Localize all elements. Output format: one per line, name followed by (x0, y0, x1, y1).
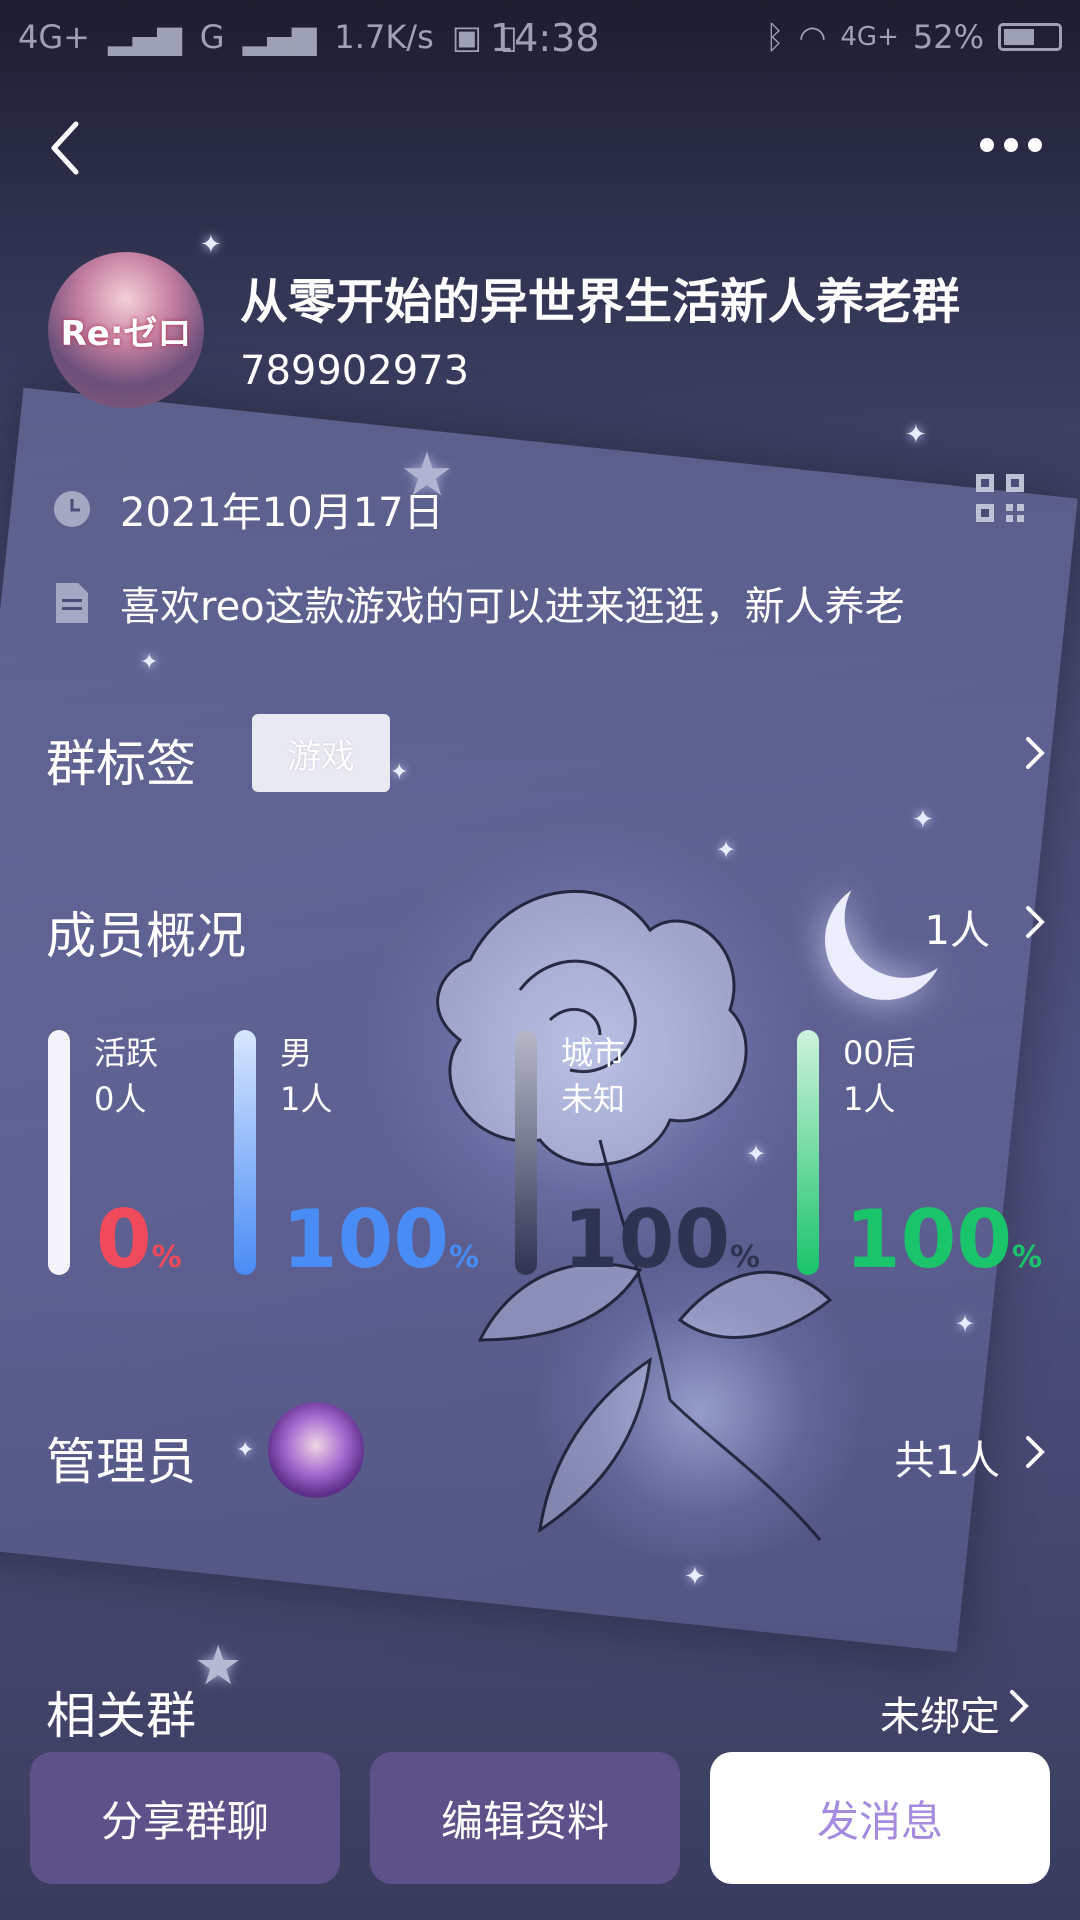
stat-label-block: 男 1人 (280, 1030, 332, 1122)
dot-icon (1004, 138, 1018, 152)
stat-percent: 100% (282, 1200, 479, 1298)
stat-bar (515, 1030, 537, 1275)
document-icon (52, 583, 92, 623)
chevron-right-icon[interactable] (1020, 733, 1050, 773)
admins-title: 管理员 (46, 1433, 196, 1491)
stat-bar (234, 1030, 256, 1275)
stat-percent: 0% (96, 1200, 182, 1298)
stat-percent-unit: % (1012, 1240, 1043, 1275)
tags-title: 群标签 (46, 735, 196, 793)
bag-icon: ▣ (451, 18, 482, 56)
back-button[interactable] (40, 112, 100, 182)
battery-icon (998, 23, 1062, 51)
stat-sub: 1人 (280, 1080, 333, 1118)
created-date-row: 2021年10月17日 (52, 480, 444, 538)
stat-percent-unit: % (730, 1240, 761, 1275)
bluetooth-icon: ᛒ (765, 18, 785, 56)
signal-icon: ▂▄▆ (107, 18, 182, 56)
dot-icon (980, 138, 994, 152)
group-id: 789902973 (240, 348, 470, 394)
dot-icon (1028, 138, 1042, 152)
stat-label-block: 活跃 0人 (94, 1030, 158, 1122)
stat-age: 00后 1人 100% (797, 1030, 1057, 1280)
star-icon: ✦ (200, 230, 222, 260)
stat-label: 男 (280, 1034, 313, 1072)
chevron-right-icon[interactable] (1020, 1432, 1050, 1472)
chevron-left-icon (51, 121, 79, 175)
admins-total[interactable]: 共1人 (850, 1428, 1000, 1486)
stat-bar (48, 1030, 70, 1275)
star-icon: ★ (194, 1634, 243, 1697)
related-title: 相关群 (46, 1687, 196, 1745)
star-icon: ✦ (905, 420, 927, 450)
stat-label: 城市 (561, 1034, 626, 1072)
network-type: G (199, 18, 225, 56)
stat-percent: 100% (845, 1200, 1042, 1298)
share-group-button[interactable]: 分享群聊 (30, 1752, 340, 1884)
stat-percent-unit: % (449, 1240, 480, 1275)
stat-percent: 100% (563, 1200, 760, 1298)
star-icon: ✦ (684, 1562, 706, 1592)
chevron-right-icon[interactable] (1004, 1686, 1034, 1726)
related-status[interactable]: 未绑定 (850, 1684, 1000, 1742)
admin-avatar[interactable] (268, 1402, 364, 1498)
stat-percent-value: 100 (845, 1193, 1012, 1286)
clock-icon (52, 489, 92, 529)
battery-level: 52% (912, 18, 984, 56)
stat-percent-value: 0 (96, 1193, 152, 1286)
stat-city: 城市 未知 100% (515, 1030, 775, 1280)
qr-code-icon[interactable] (976, 474, 1024, 522)
stat-bar (797, 1030, 819, 1275)
tag-chip[interactable]: 游戏 (252, 714, 390, 792)
star-icon: ✦ (140, 650, 159, 675)
group-description: 喜欢reo这款游戏的可以进来逛逛，新人养老 (120, 584, 905, 630)
created-date: 2021年10月17日 (120, 490, 444, 536)
rose-glow-2 (520, 1260, 880, 1560)
stat-sub: 1人 (843, 1080, 896, 1118)
send-message-button[interactable]: 发消息 (710, 1752, 1050, 1884)
network-type: 4G+ (840, 22, 899, 52)
stat-sub: 0人 (94, 1080, 147, 1118)
stat-percent-unit: % (151, 1240, 182, 1275)
wifi-icon: ◠ (798, 18, 827, 56)
group-avatar[interactable]: Re:ゼロ (48, 252, 204, 408)
star-icon: ✦ (955, 1310, 976, 1338)
star-icon: ✦ (912, 805, 934, 835)
group-name: 从零开始的异世界生活新人养老群 (240, 274, 961, 330)
star-icon: ✦ (716, 836, 737, 864)
stat-percent-value: 100 (563, 1193, 730, 1286)
members-count[interactable]: 1人 (900, 898, 990, 956)
avatar-logo-text: Re:ゼロ (60, 313, 192, 354)
network-type: 4G+ (18, 18, 90, 56)
network-speed: 1.7K/s (334, 18, 434, 56)
stat-percent-value: 100 (282, 1193, 449, 1286)
stat-label-block: 00后 1人 (843, 1030, 916, 1122)
stat-label-block: 城市 未知 (561, 1030, 625, 1122)
stat-male: 男 1人 100% (234, 1030, 494, 1280)
chevron-right-icon[interactable] (1020, 902, 1050, 942)
edit-profile-button[interactable]: 编辑资料 (370, 1752, 680, 1884)
stat-label: 00后 (843, 1034, 916, 1072)
members-title: 成员概况 (46, 907, 246, 965)
signal-icon: ▂▄▆ (242, 18, 317, 56)
stat-sub: 未知 (561, 1080, 626, 1118)
description-row: 喜欢reo这款游戏的可以进来逛逛，新人养老 (52, 574, 905, 632)
status-bar: 4G+ ▂▄▆ G ▂▄▆ 1.7K/s ▣ ▯ 14:38 ᛒ ◠ 4G+ 5… (0, 0, 1080, 74)
more-options-button[interactable] (980, 130, 1050, 160)
stat-label: 活跃 (94, 1034, 159, 1072)
star-icon: ✦ (236, 1438, 255, 1463)
star-icon: ✦ (390, 760, 409, 785)
clock: 14:38 (490, 16, 600, 60)
tag-label: 游戏 (287, 736, 355, 777)
